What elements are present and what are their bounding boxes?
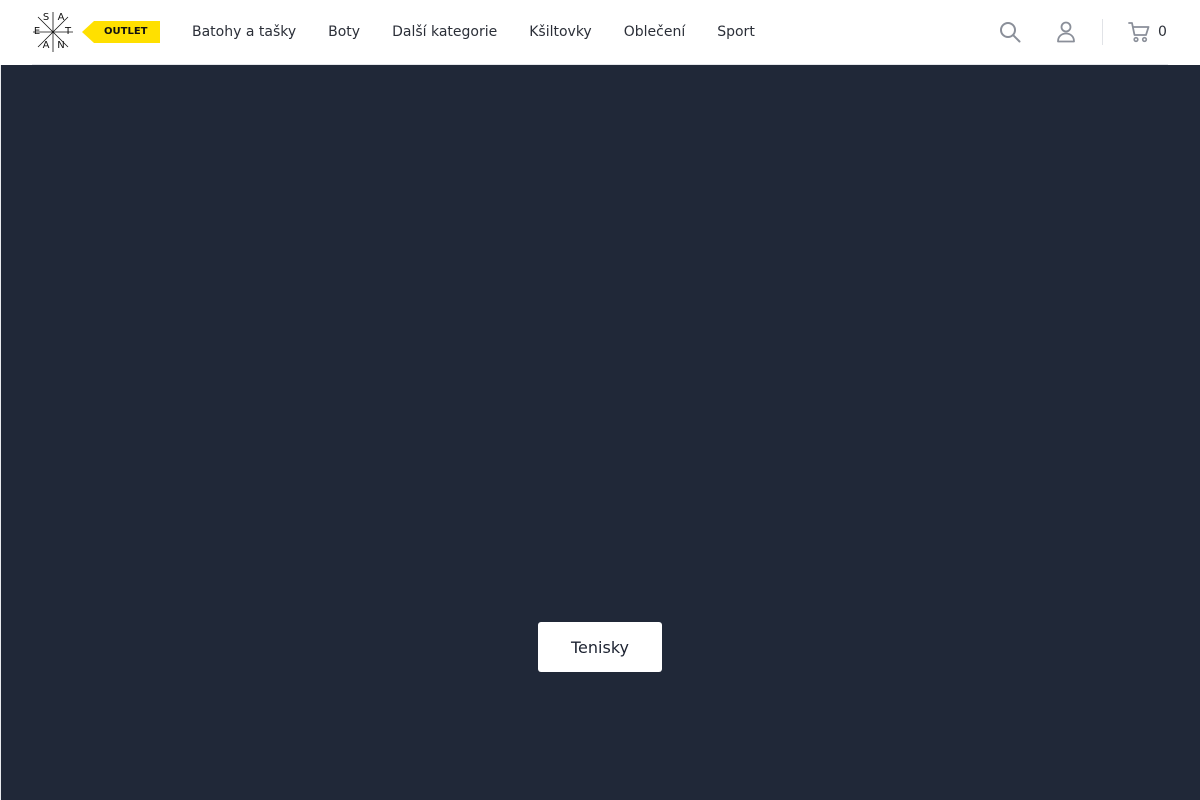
hero-left-edge <box>0 65 1 800</box>
nav-item-ksiltovky[interactable]: Kšiltovky <box>529 24 592 40</box>
hero-banner[interactable]: Tenisky <box>0 65 1200 800</box>
nav-item-batohy-a-tasky[interactable]: Batohy a tašky <box>192 24 296 40</box>
logo-letter-a: A <box>57 12 65 23</box>
site-header: S A E T A N OUTLET Batohy a tašky Boty D… <box>0 0 1200 65</box>
nav-item-sport[interactable]: Sport <box>717 24 755 40</box>
search-button[interactable] <box>996 18 1024 46</box>
cart-count: 0 <box>1158 24 1167 40</box>
hero-category-button[interactable]: Tenisky <box>538 622 662 672</box>
cart-icon <box>1128 22 1150 43</box>
user-icon <box>1057 21 1075 43</box>
logo-letter-n: N <box>57 40 65 51</box>
store-logo[interactable]: S A E T A N OUTLET <box>32 10 160 54</box>
logo-mark: S A E T A N <box>32 10 74 54</box>
main-navigation: Batohy a tašky Boty Další kategorie Kšil… <box>192 0 787 64</box>
logo-letter-a2: A <box>42 40 50 51</box>
nav-item-boty[interactable]: Boty <box>328 24 360 40</box>
logo-letter-e: E <box>33 26 41 37</box>
cart-button[interactable] <box>1125 18 1153 46</box>
outlet-badge: OUTLET <box>82 21 160 43</box>
header-divider <box>1102 19 1103 45</box>
nav-item-dalsi-kategorie[interactable]: Další kategorie <box>392 24 497 40</box>
account-button[interactable] <box>1052 18 1080 46</box>
outlet-badge-text: OUTLET <box>104 26 148 37</box>
logo-letter-s: S <box>42 12 50 23</box>
search-icon <box>1000 22 1021 43</box>
nav-item-obleceni[interactable]: Oblečení <box>624 24 685 40</box>
logo-letter-t: T <box>64 26 72 37</box>
